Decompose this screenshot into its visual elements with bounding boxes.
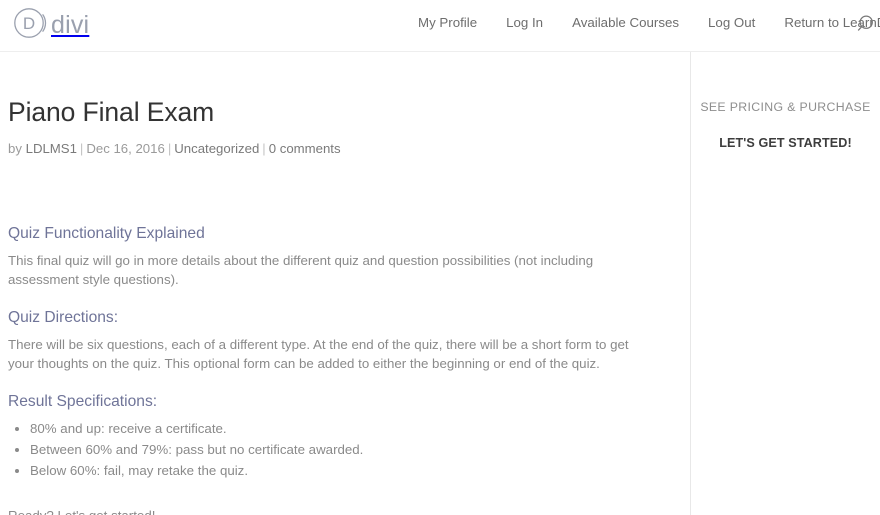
meta-by-prefix: by	[8, 141, 22, 156]
site-header: D divi My Profile Log In Available Cours…	[0, 0, 880, 52]
sidebar: SEE PRICING & PURCHASE LET'S GET STARTED…	[690, 52, 880, 515]
list-item: 80% and up: receive a certificate.	[30, 419, 690, 440]
meta-comments-link[interactable]: 0 comments	[269, 141, 341, 156]
list-item: Below 60%: fail, may retake the quiz.	[30, 461, 690, 482]
ready-prompt: Ready? Let's get started!	[8, 506, 690, 515]
heading-quiz-functionality: Quiz Functionality Explained	[8, 225, 205, 242]
list-item: Between 60% and 79%: pass but no certifi…	[30, 440, 690, 461]
divi-circle-d-icon: D	[12, 6, 50, 45]
logo-text: divi	[51, 11, 90, 39]
nav-my-profile[interactable]: My Profile	[418, 15, 477, 31]
meta-date: Dec 16, 2016	[86, 141, 165, 156]
page-title: Piano Final Exam	[8, 97, 215, 127]
sidebar-get-started-link[interactable]: LET'S GET STARTED!	[691, 136, 880, 150]
nav-log-out[interactable]: Log Out	[708, 15, 755, 31]
meta-author-link[interactable]: LDLMS1	[26, 141, 77, 156]
paragraph-quiz-functionality: This final quiz will go in more details …	[8, 253, 594, 287]
search-icon[interactable]	[854, 13, 876, 35]
heading-result-specifications: Result Specifications:	[8, 393, 158, 410]
heading-quiz-directions: Quiz Directions:	[8, 309, 119, 326]
main-content: Piano Final Exam by LDLMS1 | Dec 16, 2016 |…	[0, 52, 690, 515]
primary-navigation: My Profile Log In Available Courses Log …	[418, 15, 880, 31]
entry-content: Quiz Functionality Explained This final …	[8, 224, 690, 515]
site-logo[interactable]: D divi	[12, 6, 89, 46]
meta-separator-3: |	[262, 141, 266, 156]
result-specifications-list: 80% and up: receive a certificate. Betwe…	[8, 419, 690, 482]
meta-separator-1: |	[79, 141, 84, 156]
meta-category-link[interactable]: Uncategorized	[174, 141, 259, 156]
meta-separator-2: |	[167, 141, 172, 156]
nav-log-in[interactable]: Log In	[506, 15, 543, 31]
nav-available-courses[interactable]: Available Courses	[572, 15, 679, 31]
page-wrapper: Piano Final Exam by LDLMS1 | Dec 16, 2016 |…	[0, 52, 880, 515]
post-meta: by LDLMS1 | Dec 16, 2016 | Uncategorized | 0 c…	[8, 141, 690, 157]
sidebar-widget-title: SEE PRICING & PURCHASE	[700, 100, 871, 114]
paragraph-quiz-directions: There will be six questions, each of a d…	[8, 337, 629, 371]
svg-text:D: D	[23, 14, 35, 33]
